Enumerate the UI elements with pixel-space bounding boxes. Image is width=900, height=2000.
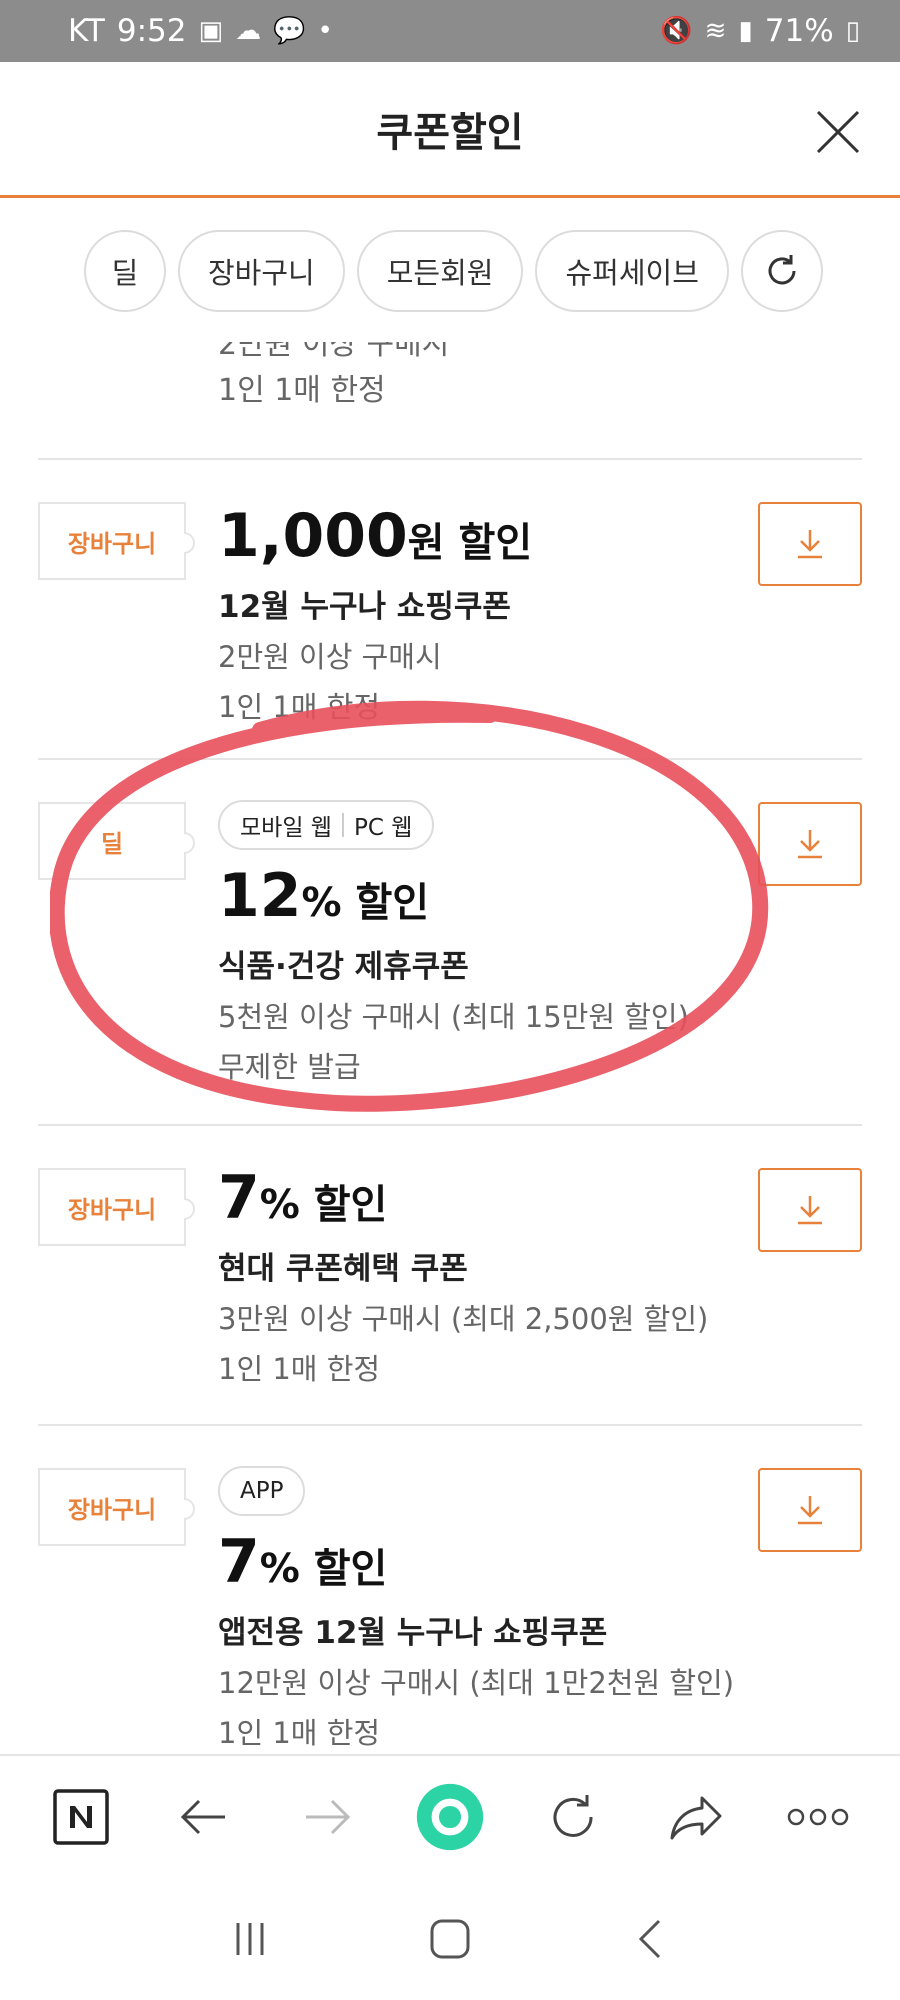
back-nav-icon [638, 1919, 661, 1959]
cloud-icon: ☁ [235, 16, 262, 46]
carrier: KT [68, 13, 105, 49]
naver-home-button[interactable] [46, 1782, 116, 1852]
signal-icon: ▮ [738, 16, 753, 46]
coupon-amount: 1,000원 할인 [218, 501, 533, 571]
back-arrow-icon [181, 1799, 226, 1835]
record-icon [416, 1783, 484, 1851]
download-icon [798, 530, 822, 559]
header: 쿠폰할인 [0, 62, 900, 198]
coupon-content: APP 7% 할인 앱전용 12월 누구나 쇼핑쿠폰 12만원 이상 구매시 (… [218, 1466, 734, 1752]
battery-icon: ▯ [845, 16, 860, 46]
reload-icon [553, 1795, 593, 1837]
download-button[interactable] [758, 1168, 862, 1252]
download-button[interactable] [758, 1468, 862, 1552]
dot-icon: • [317, 16, 333, 46]
coupon-name: 식품·건강 제휴쿠폰 [218, 949, 469, 985]
mute-icon: 🔇 [660, 16, 693, 46]
download-icon [798, 1196, 822, 1225]
coupon-content: 7% 할인 현대 쿠폰혜택 쿠폰 3만원 이상 구매시 (최대 2,500원 할… [218, 1164, 708, 1388]
close-icon[interactable] [812, 106, 864, 158]
filter-deal[interactable]: 딜 [84, 230, 166, 312]
coupon-tag: 장바구니 [38, 1468, 186, 1546]
coupon-condition: 12만원 이상 구매시 (최대 1만2천원 할인) [218, 1666, 735, 1700]
badge-mobile-web: 모바일 웹 [240, 815, 332, 841]
gallery-icon: ▣ [198, 16, 224, 46]
home-button[interactable] [415, 1904, 485, 1974]
coupon-limit: 1인 1매 한정 [218, 1716, 381, 1750]
coupon-item: 장바구니 1,000원 할인 12월 누구나 쇼핑쿠폰 2만원 이상 구매시 1… [38, 458, 862, 758]
coupon-item: 장바구니 7% 할인 현대 쿠폰혜택 쿠폰 3만원 이상 구매시 (최대 2,5… [38, 1124, 862, 1424]
battery-level: 71% [764, 13, 834, 49]
page-title: 쿠폰할인 [376, 110, 524, 156]
talk-icon: 💬 [273, 16, 306, 46]
nav-back-button[interactable] [615, 1904, 685, 1974]
record-button[interactable] [415, 1782, 485, 1852]
refresh-button[interactable] [740, 230, 823, 312]
wifi-icon: ≋ [704, 16, 727, 46]
coupon-tag: 딜 [38, 802, 186, 880]
coupon-limit: 무제한 발급 [218, 1050, 361, 1084]
filter-super-save[interactable]: 슈퍼세이브 [535, 230, 729, 312]
back-button[interactable] [169, 1782, 239, 1852]
refresh-icon [768, 255, 796, 285]
share-button[interactable] [661, 1782, 731, 1852]
coupon-tag: 장바구니 [38, 502, 186, 580]
naver-n-icon [53, 1789, 110, 1845]
reload-button[interactable] [538, 1782, 608, 1852]
coupon-item: 딜 모바일 웹 PC 웹 12% 할인 식품·건강 제휴쿠폰 5천원 이상 구매… [38, 758, 862, 1124]
coupon-list: 2만원 이상 구매시 1인 1매 한정 장바구니 1,000원 할인 12월 누… [0, 342, 900, 1754]
recent-apps-icon [236, 1923, 264, 1955]
more-button[interactable] [783, 1782, 853, 1852]
clock: 9:52 [116, 13, 187, 49]
platform-badges: APP [218, 1466, 306, 1516]
coupon-amount: 7% 할인 [218, 1527, 388, 1597]
badge-pc-web: PC 웹 [353, 815, 413, 841]
forward-arrow-icon [306, 1799, 351, 1835]
filter-all-members[interactable]: 모든회원 [356, 230, 524, 312]
filter-cart[interactable]: 장바구니 [178, 230, 345, 312]
download-icon [798, 830, 822, 859]
download-button[interactable] [758, 502, 862, 586]
status-bar: KT 9:52 ▣ ☁ 💬 • 🔇 ≋ ▮ 71% ▯ [0, 0, 900, 62]
share-icon [670, 1796, 722, 1840]
coupon-condition: 3만원 이상 구매시 (최대 2,500원 할인) [218, 1302, 709, 1336]
recent-apps-button[interactable] [215, 1904, 285, 1974]
platform-badges: 모바일 웹 PC 웹 [218, 800, 435, 850]
coupon-content: 1,000원 할인 12월 누구나 쇼핑쿠폰 2만원 이상 구매시 1인 1매 … [218, 502, 532, 726]
coupon-limit: 1인 1매 한정 [218, 1352, 381, 1386]
home-icon [430, 1919, 470, 1959]
coupon-condition: 2만원 이상 구매시 [218, 640, 442, 674]
coupon-name: 앱전용 12월 누구나 쇼핑쿠폰 [218, 1615, 608, 1651]
coupon-limit: 1인 1매 한정 [218, 373, 386, 408]
system-nav-bar [0, 1878, 900, 2000]
coupon-condition: 2만원 이상 구매시 [218, 342, 450, 362]
partial-coupon: 2만원 이상 구매시 1인 1매 한정 [218, 342, 449, 414]
coupon-amount: 7% 할인 [218, 1163, 388, 1233]
coupon-amount: 12% 할인 [218, 861, 430, 931]
forward-button[interactable] [292, 1782, 362, 1852]
coupon-content: 모바일 웹 PC 웹 12% 할인 식품·건강 제휴쿠폰 5천원 이상 구매시 … [218, 800, 689, 1086]
coupon-name: 현대 쿠폰혜택 쿠폰 [218, 1251, 468, 1287]
coupon-name: 12월 누구나 쇼핑쿠폰 [218, 589, 511, 625]
more-icon [788, 1808, 849, 1826]
badge-app: APP [240, 1478, 284, 1504]
filter-bar: 딜 장바구니 모든회원 슈퍼세이브 [0, 200, 900, 342]
download-button[interactable] [758, 802, 862, 886]
download-icon [798, 1496, 822, 1525]
coupon-limit: 1인 1매 한정 [218, 690, 381, 724]
coupon-condition: 5천원 이상 구매시 (최대 15만원 할인) [218, 1000, 689, 1034]
coupon-tag: 장바구니 [38, 1168, 186, 1246]
coupon-item: 장바구니 APP 7% 할인 앱전용 12월 누구나 쇼핑쿠폰 12만원 이상 … [38, 1424, 862, 1754]
browser-toolbar [0, 1754, 900, 1878]
